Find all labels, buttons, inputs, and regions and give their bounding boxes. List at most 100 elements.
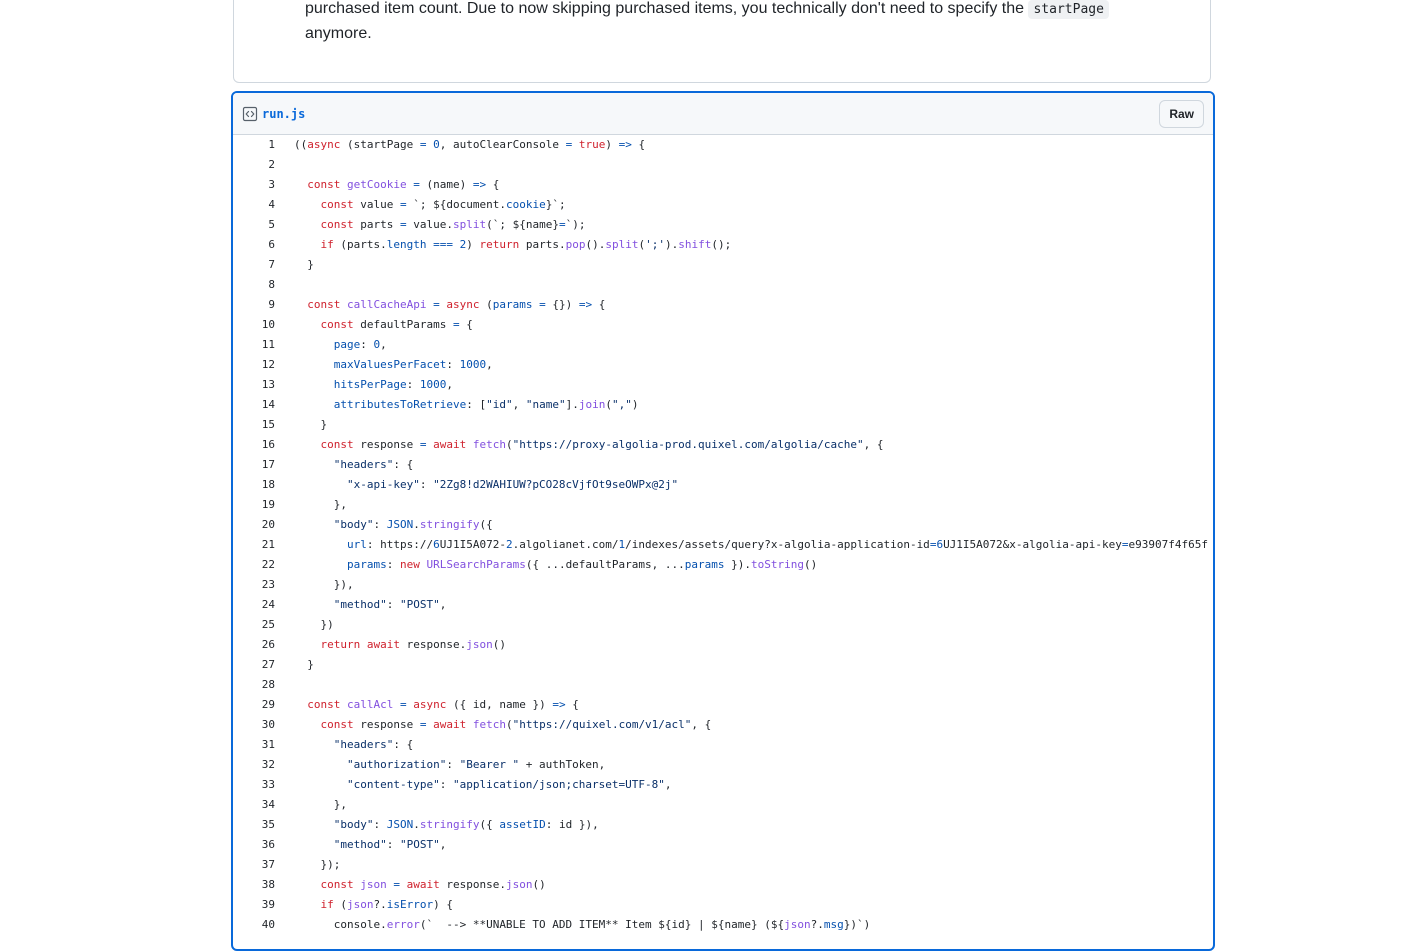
line-number[interactable]: 34 bbox=[233, 795, 294, 815]
line-content: "authorization": "Bearer " + authToken, bbox=[346, 758, 606, 771]
line-number[interactable]: 38 bbox=[233, 875, 294, 895]
code-line: 40 console.error(` --> **UNABLE TO ADD I… bbox=[233, 915, 1213, 935]
line-number[interactable]: 39 bbox=[233, 895, 294, 915]
line-number[interactable]: 6 bbox=[233, 235, 294, 255]
line-content: }), bbox=[294, 578, 354, 591]
line-number[interactable]: 40 bbox=[233, 915, 294, 935]
code-line: 5 const parts = value.split(`; ${name}=`… bbox=[233, 215, 1213, 235]
line-number[interactable]: 24 bbox=[233, 595, 294, 615]
code-line: 4 const value = `; ${document.cookie}`; bbox=[233, 195, 1213, 215]
line-number[interactable]: 9 bbox=[233, 295, 294, 315]
line-content: "content-type": "application/json;charse… bbox=[346, 778, 672, 791]
code-line: 16 const response = await fetch("https:/… bbox=[233, 435, 1213, 455]
line-content: } bbox=[294, 418, 328, 431]
line-number[interactable]: 8 bbox=[233, 275, 294, 295]
line-content: "method": "POST", bbox=[333, 598, 447, 611]
code-line: 31 "headers": { bbox=[233, 735, 1213, 755]
line-number[interactable]: 5 bbox=[233, 215, 294, 235]
line-content: maxValuesPerFacet: 1000, bbox=[333, 358, 493, 371]
code-line: 14 attributesToRetrieve: ["id", "name"].… bbox=[233, 395, 1213, 415]
line-number[interactable]: 23 bbox=[233, 575, 294, 595]
line-content: "x-api-key": "2Zg8!d2WAHIUW?pCO28cVjfOt9… bbox=[346, 478, 679, 491]
line-content: ((async (startPage = 0, autoClearConsole… bbox=[294, 138, 646, 151]
line-content: console.error(` --> **UNABLE TO ADD ITEM… bbox=[294, 918, 871, 931]
code-line: 32 "authorization": "Bearer " + authToke… bbox=[233, 755, 1213, 775]
code-line: 18 "x-api-key": "2Zg8!d2WAHIUW?pCO28cVjf… bbox=[233, 475, 1213, 495]
code-square-icon bbox=[242, 106, 258, 122]
line-number[interactable]: 28 bbox=[233, 675, 294, 695]
line-number[interactable]: 14 bbox=[233, 395, 294, 415]
line-number[interactable]: 20 bbox=[233, 515, 294, 535]
line-number[interactable]: 26 bbox=[233, 635, 294, 655]
code-line: 39 if (json?.isError) { bbox=[233, 895, 1213, 915]
previous-comment-text: purchased item count. Due to now skippin… bbox=[305, 0, 1165, 46]
line-content: } bbox=[294, 258, 314, 271]
line-number[interactable]: 12 bbox=[233, 355, 294, 375]
code-line: 17 "headers": { bbox=[233, 455, 1213, 475]
line-number[interactable]: 22 bbox=[233, 555, 294, 575]
line-number[interactable]: 19 bbox=[233, 495, 294, 515]
line-content: "headers": { bbox=[333, 458, 414, 471]
line-number[interactable]: 16 bbox=[233, 435, 294, 455]
code-line: 22 params: new URLSearchParams({ ...defa… bbox=[233, 555, 1213, 575]
line-content: const json = await response.json() bbox=[320, 878, 546, 891]
code-line: 2 bbox=[233, 155, 1213, 175]
line-content: }, bbox=[294, 498, 347, 511]
code-listing[interactable]: 1 ((async (startPage = 0, autoClearConsol… bbox=[233, 135, 1213, 935]
raw-button[interactable]: Raw bbox=[1159, 100, 1204, 128]
code-line: 29 const callAcl = async ({ id, name }) … bbox=[233, 695, 1213, 715]
line-number[interactable]: 18 bbox=[233, 475, 294, 495]
line-number[interactable]: 30 bbox=[233, 715, 294, 735]
code-line: 26 return await response.json() bbox=[233, 635, 1213, 655]
line-number[interactable]: 21 bbox=[233, 535, 294, 555]
gist-file-panel: run.js Raw 1 ((async (startPage = 0, auto… bbox=[231, 91, 1215, 951]
line-number[interactable]: 7 bbox=[233, 255, 294, 275]
code-line: 8 bbox=[233, 275, 1213, 295]
line-content: } bbox=[294, 658, 314, 671]
line-content: "body": JSON.stringify({ bbox=[333, 518, 493, 531]
file-name-link[interactable]: run.js bbox=[262, 105, 305, 123]
line-content: "headers": { bbox=[333, 738, 414, 751]
line-number[interactable]: 29 bbox=[233, 695, 294, 715]
code-line: 9 const callCacheApi = async (params = {… bbox=[233, 295, 1213, 315]
code-line: 11 page: 0, bbox=[233, 335, 1213, 355]
line-number[interactable]: 4 bbox=[233, 195, 294, 215]
code-line: 12 maxValuesPerFacet: 1000, bbox=[233, 355, 1213, 375]
line-content: }, bbox=[294, 798, 347, 811]
line-number[interactable]: 11 bbox=[233, 335, 294, 355]
line-number[interactable]: 32 bbox=[233, 755, 294, 775]
line-number[interactable]: 36 bbox=[233, 835, 294, 855]
line-number[interactable]: 25 bbox=[233, 615, 294, 635]
inline-code-startpage: startPage bbox=[1028, 0, 1109, 19]
line-number[interactable]: 10 bbox=[233, 315, 294, 335]
comment-line-2: anymore. bbox=[305, 25, 372, 42]
line-content: const getCookie = (name) => { bbox=[307, 178, 500, 191]
line-number[interactable]: 33 bbox=[233, 775, 294, 795]
code-line: 23 }), bbox=[233, 575, 1213, 595]
line-content: if (json?.isError) { bbox=[320, 898, 453, 911]
line-number[interactable]: 31 bbox=[233, 735, 294, 755]
code-line: 3 const getCookie = (name) => { bbox=[233, 175, 1213, 195]
code-line: 21 url: https://6UJ1I5A072-2.algolianet.… bbox=[233, 535, 1213, 555]
code-line: 7 } bbox=[233, 255, 1213, 275]
line-content: const response = await fetch("https://pr… bbox=[320, 438, 884, 451]
line-number[interactable]: 17 bbox=[233, 455, 294, 475]
line-number[interactable]: 1 bbox=[233, 135, 294, 155]
code-line: 20 "body": JSON.stringify({ bbox=[233, 515, 1213, 535]
line-number[interactable]: 3 bbox=[233, 175, 294, 195]
line-content: const value = `; ${document.cookie}`; bbox=[320, 198, 566, 211]
line-content: "body": JSON.stringify({ assetID: id }), bbox=[333, 818, 599, 831]
code-line: 6 if (parts.length === 2) return parts.p… bbox=[233, 235, 1213, 255]
line-number[interactable]: 13 bbox=[233, 375, 294, 395]
line-number[interactable]: 15 bbox=[233, 415, 294, 435]
code-line: 13 hitsPerPage: 1000, bbox=[233, 375, 1213, 395]
line-content: "method": "POST", bbox=[333, 838, 447, 851]
line-number[interactable]: 35 bbox=[233, 815, 294, 835]
line-content: const callCacheApi = async (params = {})… bbox=[307, 298, 606, 311]
line-number[interactable]: 2 bbox=[233, 155, 294, 175]
line-number[interactable]: 37 bbox=[233, 855, 294, 875]
code-line: 24 "method": "POST", bbox=[233, 595, 1213, 615]
line-number[interactable]: 27 bbox=[233, 655, 294, 675]
line-content: const defaultParams = { bbox=[320, 318, 473, 331]
code-line: 19 }, bbox=[233, 495, 1213, 515]
